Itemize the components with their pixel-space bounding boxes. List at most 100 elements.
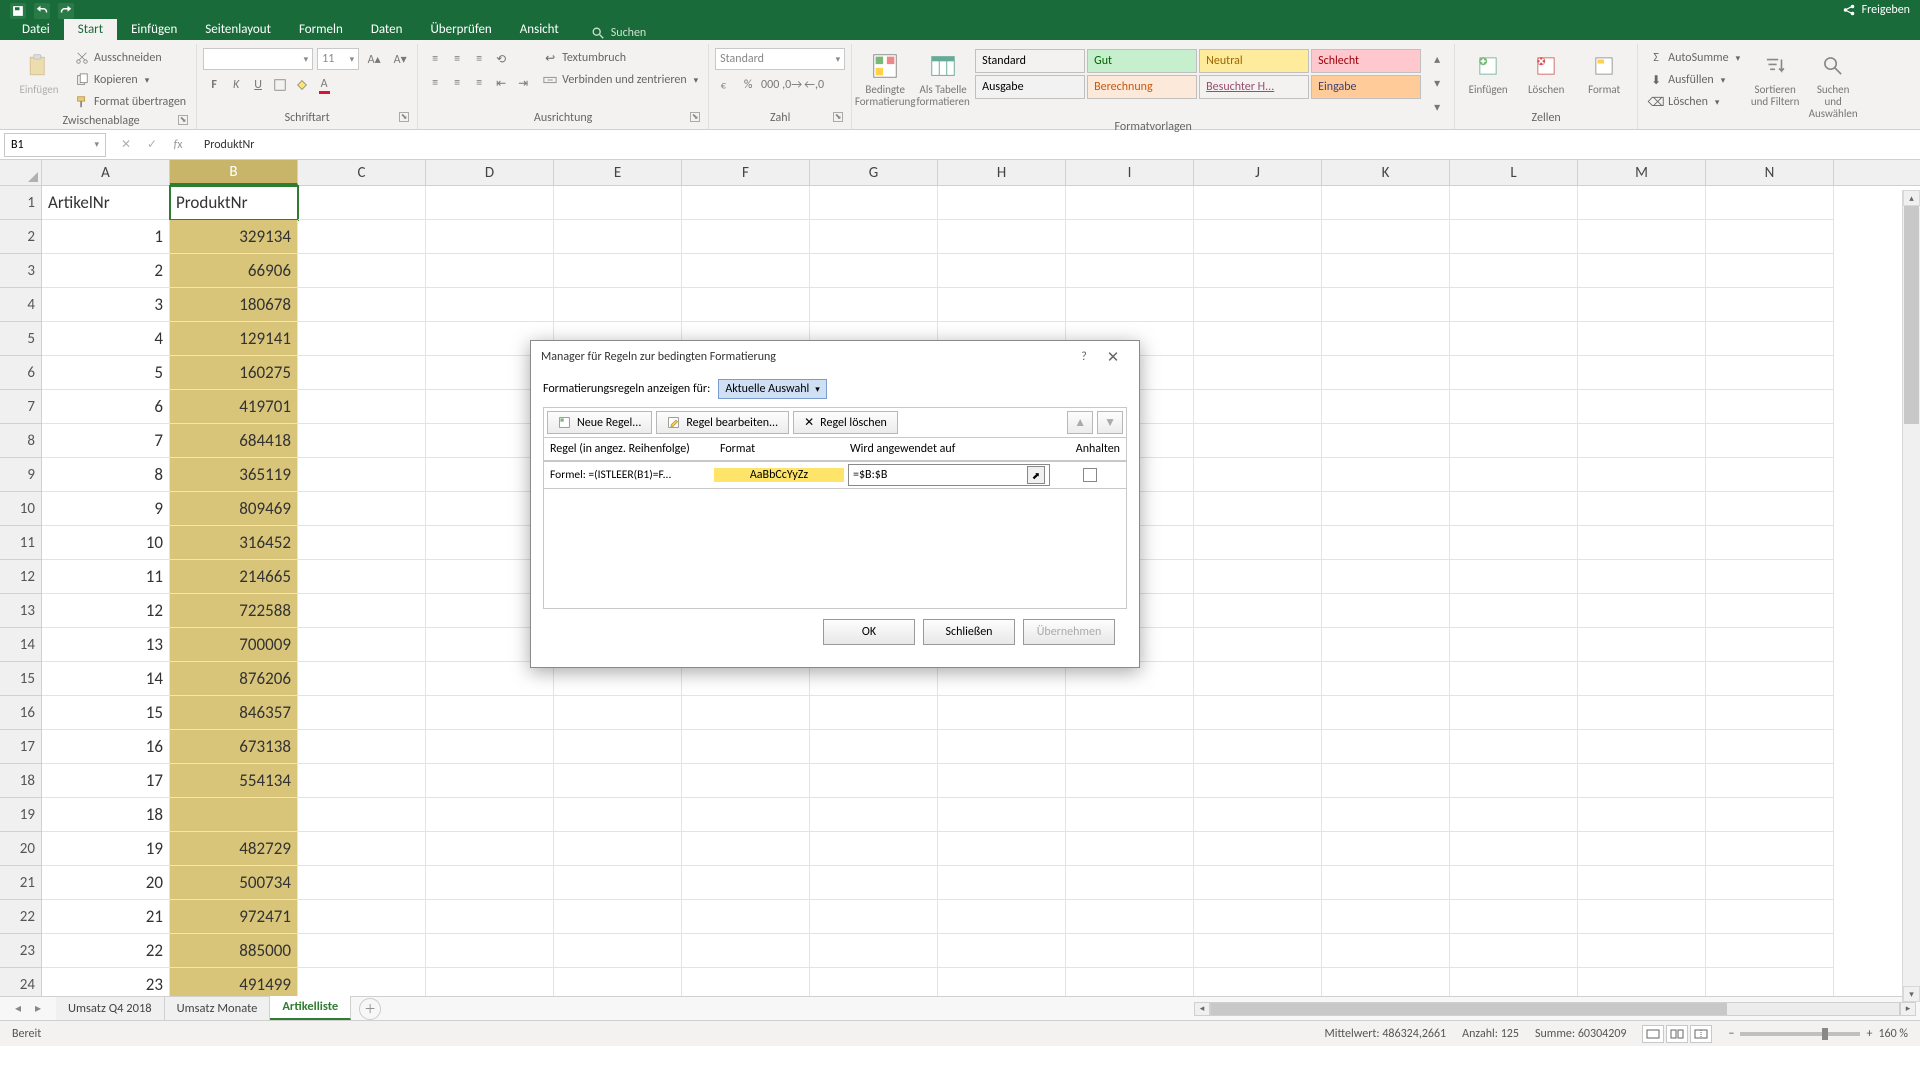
zoom-in-button[interactable]: + — [1866, 1027, 1872, 1041]
cell[interactable] — [1194, 356, 1322, 390]
cell[interactable] — [1578, 220, 1706, 254]
row-header[interactable]: 9 — [0, 458, 41, 492]
cell-styles-gallery[interactable]: Standard Gut Neutral Schlecht Ausgabe Be… — [974, 48, 1422, 100]
move-rule-up-button[interactable]: ▲ — [1067, 411, 1093, 434]
cell[interactable] — [810, 968, 938, 996]
font-launcher[interactable]: ⬊ — [399, 112, 409, 122]
column-header-N[interactable]: N — [1706, 160, 1834, 185]
cell[interactable] — [426, 798, 554, 832]
format-painter-button[interactable]: Format übertragen — [70, 92, 190, 112]
cell[interactable] — [682, 220, 810, 254]
cell[interactable]: 329134 — [170, 220, 298, 254]
cell[interactable] — [426, 186, 554, 220]
cell[interactable] — [1194, 492, 1322, 526]
row-header[interactable]: 2 — [0, 220, 41, 254]
zoom-control[interactable]: − + 160 % — [1728, 1027, 1908, 1041]
cell[interactable] — [1578, 322, 1706, 356]
cell[interactable]: 17 — [42, 764, 170, 798]
cell[interactable] — [938, 798, 1066, 832]
align-center-button[interactable]: ≡ — [446, 72, 468, 94]
cell[interactable] — [1450, 628, 1578, 662]
cell[interactable] — [1194, 526, 1322, 560]
align-left-button[interactable]: ≡ — [424, 72, 446, 94]
rule-applies-to-input[interactable]: =$B:$B⬈ — [848, 464, 1050, 486]
row-header[interactable]: 24 — [0, 968, 41, 996]
qat-undo-button[interactable] — [34, 3, 50, 19]
cell[interactable] — [810, 832, 938, 866]
cell[interactable]: 885000 — [170, 934, 298, 968]
view-normal-button[interactable] — [1642, 1025, 1664, 1043]
cell[interactable] — [1578, 832, 1706, 866]
row-header[interactable]: 13 — [0, 594, 41, 628]
cell[interactable]: 14 — [42, 662, 170, 696]
cell[interactable]: 13 — [42, 628, 170, 662]
cell[interactable]: 12 — [42, 594, 170, 628]
cell[interactable] — [1194, 220, 1322, 254]
share-button[interactable]: Freigeben — [1842, 3, 1910, 17]
cell[interactable]: 15 — [42, 696, 170, 730]
cell[interactable] — [554, 832, 682, 866]
enter-formula-button[interactable]: ✓ — [142, 135, 162, 155]
style-besuchter[interactable]: Besuchter H... — [1199, 75, 1309, 99]
tab-einfuegen[interactable]: Einfügen — [117, 19, 191, 40]
cell[interactable] — [682, 764, 810, 798]
cell[interactable] — [426, 254, 554, 288]
file-tab[interactable]: Datei — [8, 19, 64, 40]
cell[interactable]: 673138 — [170, 730, 298, 764]
cell[interactable] — [298, 866, 426, 900]
alignment-launcher[interactable]: ⬊ — [690, 112, 700, 122]
cell[interactable] — [1322, 254, 1450, 288]
cell[interactable] — [298, 594, 426, 628]
decrease-indent-button[interactable]: ⇤ — [490, 72, 512, 94]
cell[interactable] — [810, 730, 938, 764]
cell[interactable] — [1194, 628, 1322, 662]
cell[interactable] — [1450, 560, 1578, 594]
cell[interactable] — [1706, 492, 1834, 526]
increase-indent-button[interactable]: ⇥ — [512, 72, 534, 94]
show-rules-for-combo[interactable]: Aktuelle Auswahl▾ — [718, 379, 827, 399]
row-header[interactable]: 3 — [0, 254, 41, 288]
cell[interactable] — [554, 288, 682, 322]
stop-if-true-checkbox[interactable] — [1083, 468, 1097, 482]
tell-me-search[interactable]: Suchen — [591, 26, 646, 40]
cell[interactable] — [682, 866, 810, 900]
cell[interactable] — [1706, 730, 1834, 764]
cell[interactable] — [1706, 424, 1834, 458]
sheet-nav-next[interactable]: ▸ — [30, 1001, 46, 1017]
cell[interactable] — [1450, 254, 1578, 288]
column-header-B[interactable]: B — [170, 160, 298, 185]
sheet-tab[interactable]: Artikelliste — [270, 995, 351, 1020]
insert-cells-button[interactable]: Einfügen — [1461, 48, 1515, 98]
tab-start[interactable]: Start — [64, 19, 117, 40]
cell[interactable]: 2 — [42, 254, 170, 288]
cell[interactable] — [1706, 458, 1834, 492]
merge-center-button[interactable]: Verbinden und zentrieren▾ — [538, 70, 702, 90]
cell[interactable] — [554, 866, 682, 900]
column-header-A[interactable]: A — [42, 160, 170, 185]
cell[interactable] — [426, 900, 554, 934]
cell[interactable]: 491499 — [170, 968, 298, 996]
row-header[interactable]: 15 — [0, 662, 41, 696]
row-header[interactable]: 4 — [0, 288, 41, 322]
cell[interactable] — [1578, 526, 1706, 560]
cell[interactable]: 23 — [42, 968, 170, 996]
edit-rule-button[interactable]: Regel bearbeiten... — [656, 411, 789, 434]
cell[interactable] — [1450, 356, 1578, 390]
increase-font-button[interactable]: A▴ — [363, 48, 385, 70]
column-header-J[interactable]: J — [1194, 160, 1322, 185]
cell[interactable] — [298, 662, 426, 696]
dialog-title-bar[interactable]: Manager für Regeln zur bedingten Formati… — [531, 341, 1139, 373]
cell[interactable] — [1450, 458, 1578, 492]
accounting-button[interactable]: € — [715, 74, 737, 96]
cell[interactable]: 160275 — [170, 356, 298, 390]
cell[interactable] — [1066, 730, 1194, 764]
percent-button[interactable]: % — [737, 74, 759, 96]
cell[interactable] — [1194, 832, 1322, 866]
cell[interactable] — [1578, 662, 1706, 696]
number-format-combo[interactable]: Standard▾ — [715, 48, 845, 70]
cell[interactable] — [1578, 356, 1706, 390]
style-gut[interactable]: Gut — [1087, 49, 1197, 73]
cell[interactable] — [298, 934, 426, 968]
align-top-button[interactable]: ≡ — [424, 48, 446, 70]
cell[interactable] — [298, 696, 426, 730]
